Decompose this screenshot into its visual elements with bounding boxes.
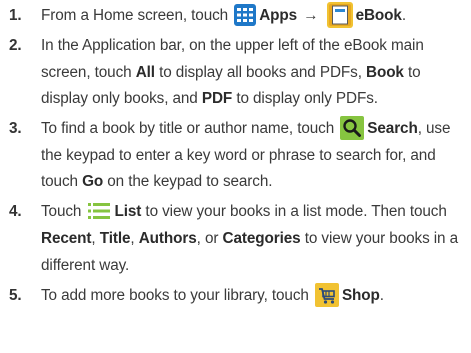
- bold-term: Book: [366, 63, 404, 81]
- step-text: on the keypad to search.: [103, 173, 273, 191]
- bold-term: eBook: [355, 7, 402, 25]
- step-text: ,: [130, 229, 139, 247]
- bold-term: PDF: [201, 90, 233, 108]
- bold-term: Authors: [138, 229, 197, 247]
- step-text: .: [401, 7, 406, 25]
- step-list: 1. From a Home screen, touch Apps → eBook…: [0, 2, 471, 310]
- step-number: 3.: [9, 120, 22, 138]
- bold-term: Apps: [259, 7, 298, 25]
- shop-icon: [314, 282, 339, 307]
- step-text: From a Home screen, touch: [41, 7, 233, 25]
- step-text: ,: [91, 229, 100, 247]
- step-3: 3. To find a book by title or author name…: [0, 116, 471, 196]
- step-text: .: [379, 286, 384, 304]
- step-text: to view your books in a list mode. Then …: [141, 203, 447, 221]
- step-5: 5. To add more books to your library, tou…: [0, 282, 471, 310]
- step-number: 5.: [9, 286, 22, 304]
- bold-term: Title: [99, 229, 131, 247]
- step-text: to display only PDFs.: [232, 90, 378, 108]
- step-text: , or: [196, 229, 223, 247]
- bold-term: Shop: [341, 286, 380, 304]
- step-text: Touch: [41, 203, 86, 221]
- step-text: To add more books to your library, touch: [41, 286, 313, 304]
- bold-term: Go: [82, 173, 104, 191]
- step-1: 1. From a Home screen, touch Apps → eBook…: [0, 2, 471, 30]
- instruction-document: 1. From a Home screen, touch Apps → eBook…: [0, 0, 471, 353]
- bold-term: All: [135, 63, 155, 81]
- arrow-glyph: →: [299, 7, 323, 25]
- step-2: 2. In the Application bar, on the upper l…: [0, 33, 471, 113]
- bold-term: Recent: [41, 229, 92, 247]
- bold-term: List: [114, 203, 142, 221]
- search-icon: [340, 116, 365, 141]
- step-number: 2.: [9, 37, 22, 55]
- step-text: to display all books and PDFs,: [154, 63, 366, 81]
- bold-term: Categories: [222, 229, 301, 247]
- step-number: 1.: [9, 7, 22, 24]
- list-icon: [87, 200, 111, 222]
- step-number: 4.: [9, 203, 22, 221]
- bold-term: Search: [367, 120, 418, 138]
- step-4: 4. Touch List to view your books in a lis…: [0, 199, 471, 279]
- apps-icon: [234, 4, 257, 26]
- step-text: To find a book by title or author name, …: [41, 120, 339, 138]
- ebook-icon: [326, 2, 353, 28]
